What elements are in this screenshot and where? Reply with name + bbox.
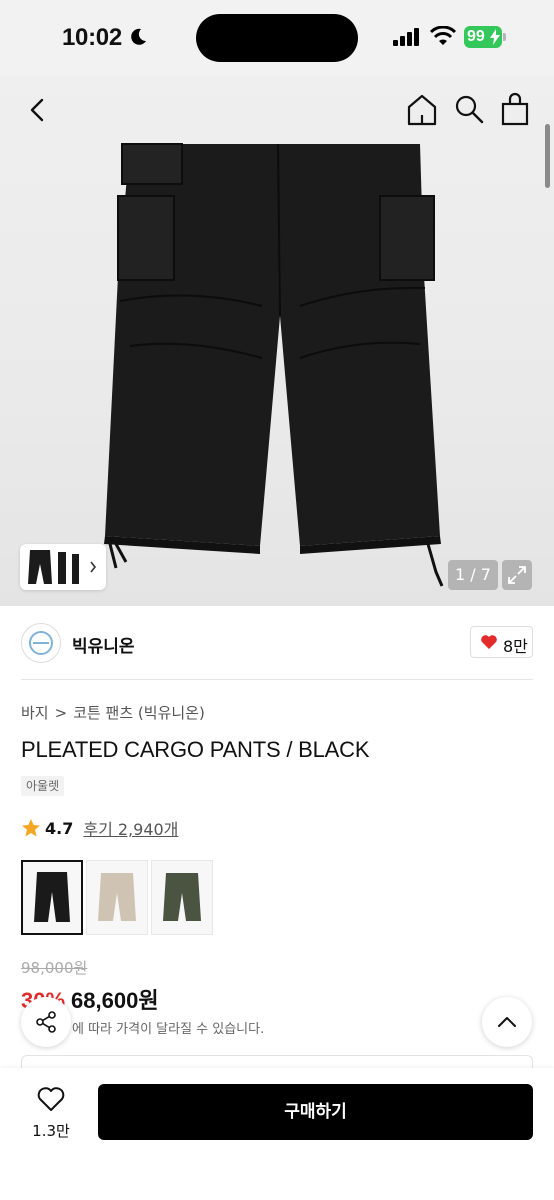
color-option-beige[interactable] [86,860,148,935]
charging-icon [490,29,500,45]
breadcrumb-category[interactable]: 바지 [21,702,49,723]
expand-icon [508,566,526,584]
heart-outline-icon [37,1087,65,1111]
gallery-thumbnail[interactable] [20,544,106,590]
beige-pants-thumbnail [98,873,136,921]
color-options [21,860,213,935]
rating-value: 4.7 [45,818,74,838]
signal-icon [393,28,419,46]
breadcrumb-subcategory[interactable]: 코튼 팬츠 (빅유니온) [73,702,205,723]
wifi-icon [430,26,456,45]
back-icon[interactable] [24,96,52,124]
brand-logo[interactable] [21,623,61,663]
battery-level: 99 [467,28,485,45]
home-icon[interactable] [406,93,438,127]
star-icon [22,819,40,837]
share-button[interactable] [21,997,71,1047]
heart-icon [481,635,497,649]
rating: 4.7 후기 2,940개 [21,816,178,840]
price-note: 에 따라 가격이 달라질 수 있습니다. [72,1022,265,1037]
breadcrumb: 바지 > 코튼 팬츠 (빅유니온) [21,702,205,723]
expand-button[interactable] [502,560,532,590]
wishlist-button[interactable]: 1.3만 [28,1086,74,1141]
brand-like-count: 8만 [503,637,528,656]
dynamic-island [196,14,358,62]
sale-price: 68,600원 [71,988,159,1013]
chevron-up-icon [498,1017,516,1027]
image-counter: 1 / 7 [448,560,498,590]
battery-tip [503,33,506,41]
brand-like-button[interactable]: 8만 [470,626,533,658]
review-link[interactable]: 후기 2,940개 [83,816,178,840]
share-icon [36,1011,56,1033]
bottom-action-bar: 1.3만 구매하기 [0,1068,554,1200]
product-image-gallery[interactable]: 1 / 7 [0,76,554,606]
brand-name[interactable]: 빅유니온 [72,632,135,657]
original-price: 98,000원 [21,959,88,977]
divider [21,679,533,680]
search-icon[interactable] [454,94,484,124]
buy-button[interactable]: 구매하기 [98,1084,533,1140]
status-time: 10:02 [62,24,122,51]
outlet-tag: 아울렛 [21,776,65,796]
brand-logo-image [29,631,53,655]
battery-indicator: 99 [464,26,502,48]
scrollbar[interactable] [545,124,550,188]
color-option-black[interactable] [21,860,83,935]
product-photo [104,143,444,587]
scroll-top-button[interactable] [482,997,532,1047]
status-bar: 10:02 99 [0,0,554,76]
black-pants-thumbnail [34,872,70,922]
moon-icon [131,28,146,45]
wishlist-count: 1.3만 [32,1122,70,1140]
brand-row[interactable]: 빅유니온 8만 [0,606,554,680]
color-option-olive[interactable] [151,860,213,935]
breadcrumb-separator: > [54,703,68,722]
shopping-bag-icon[interactable] [500,92,530,126]
olive-pants-thumbnail [163,873,201,921]
thumbnail-image [28,550,97,584]
product-title: PLEATED CARGO PANTS / BLACK [21,737,370,762]
